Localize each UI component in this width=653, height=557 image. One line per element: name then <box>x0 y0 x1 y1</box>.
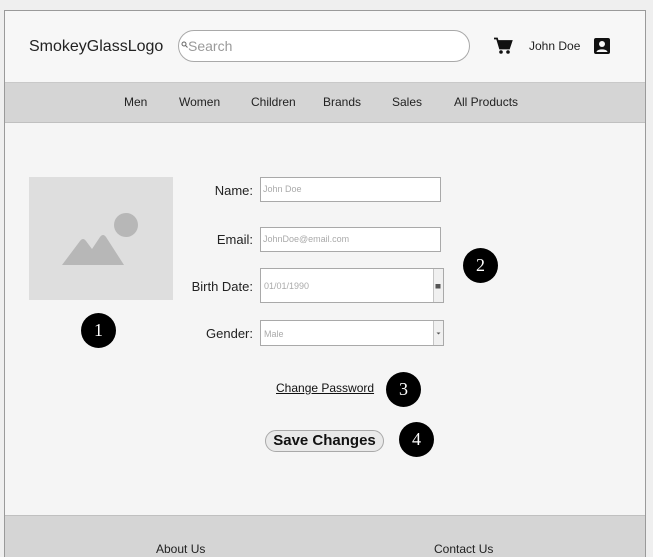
dropdown-button[interactable] <box>433 321 443 345</box>
chevron-down-icon <box>436 332 441 335</box>
nav-item-men[interactable]: Men <box>124 95 147 109</box>
calendar-button[interactable] <box>433 269 443 302</box>
gender-value: Male <box>264 329 284 339</box>
name-label: Name: <box>214 183 253 198</box>
header: SmokeyGlassLogo John Doe <box>5 11 645 83</box>
profile-photo[interactable] <box>29 177 173 300</box>
image-placeholder-icon <box>62 213 138 265</box>
name-field[interactable] <box>260 177 441 202</box>
search-icon <box>181 41 188 48</box>
birth-date-value: 01/01/1990 <box>264 281 310 291</box>
main-nav: Men Women Children Brands Sales All Prod… <box>5 83 645 123</box>
email-input[interactable] <box>263 232 423 246</box>
nav-item-women[interactable]: Women <box>179 95 220 109</box>
birth-date-field[interactable]: 01/01/1990 <box>260 268 444 303</box>
email-label: Email: <box>216 232 253 247</box>
email-field[interactable] <box>260 227 441 252</box>
nav-item-children[interactable]: Children <box>251 95 296 109</box>
annotation-marker-3: 3 <box>386 372 421 407</box>
nav-item-sales[interactable]: Sales <box>392 95 422 109</box>
calendar-icon <box>435 284 441 289</box>
annotation-marker-1: 1 <box>81 313 116 348</box>
page-frame: SmokeyGlassLogo John Doe Men Women Child… <box>4 10 646 557</box>
change-password-link[interactable]: Change Password <box>276 381 374 395</box>
footer-contact-us[interactable]: Contact Us <box>434 542 493 556</box>
annotation-marker-4: 4 <box>399 422 434 457</box>
search-input[interactable] <box>188 37 448 55</box>
site-logo[interactable]: SmokeyGlassLogo <box>29 38 163 56</box>
footer: About Us Contact Us <box>5 515 645 557</box>
gender-select[interactable]: Male <box>260 320 444 346</box>
cart-icon[interactable] <box>493 37 513 55</box>
nav-item-brands[interactable]: Brands <box>323 95 361 109</box>
annotation-marker-2: 2 <box>463 248 498 283</box>
search-bar[interactable] <box>178 30 470 62</box>
account-box-icon[interactable] <box>593 37 611 55</box>
gender-label: Gender: <box>206 326 253 341</box>
birth-date-label: Birth Date: <box>191 279 253 294</box>
name-input[interactable] <box>263 182 423 196</box>
nav-item-all-products[interactable]: All Products <box>454 95 518 109</box>
footer-about-us[interactable]: About Us <box>156 542 205 556</box>
save-changes-button[interactable]: Save Changes <box>265 430 384 452</box>
user-name[interactable]: John Doe <box>529 39 580 53</box>
